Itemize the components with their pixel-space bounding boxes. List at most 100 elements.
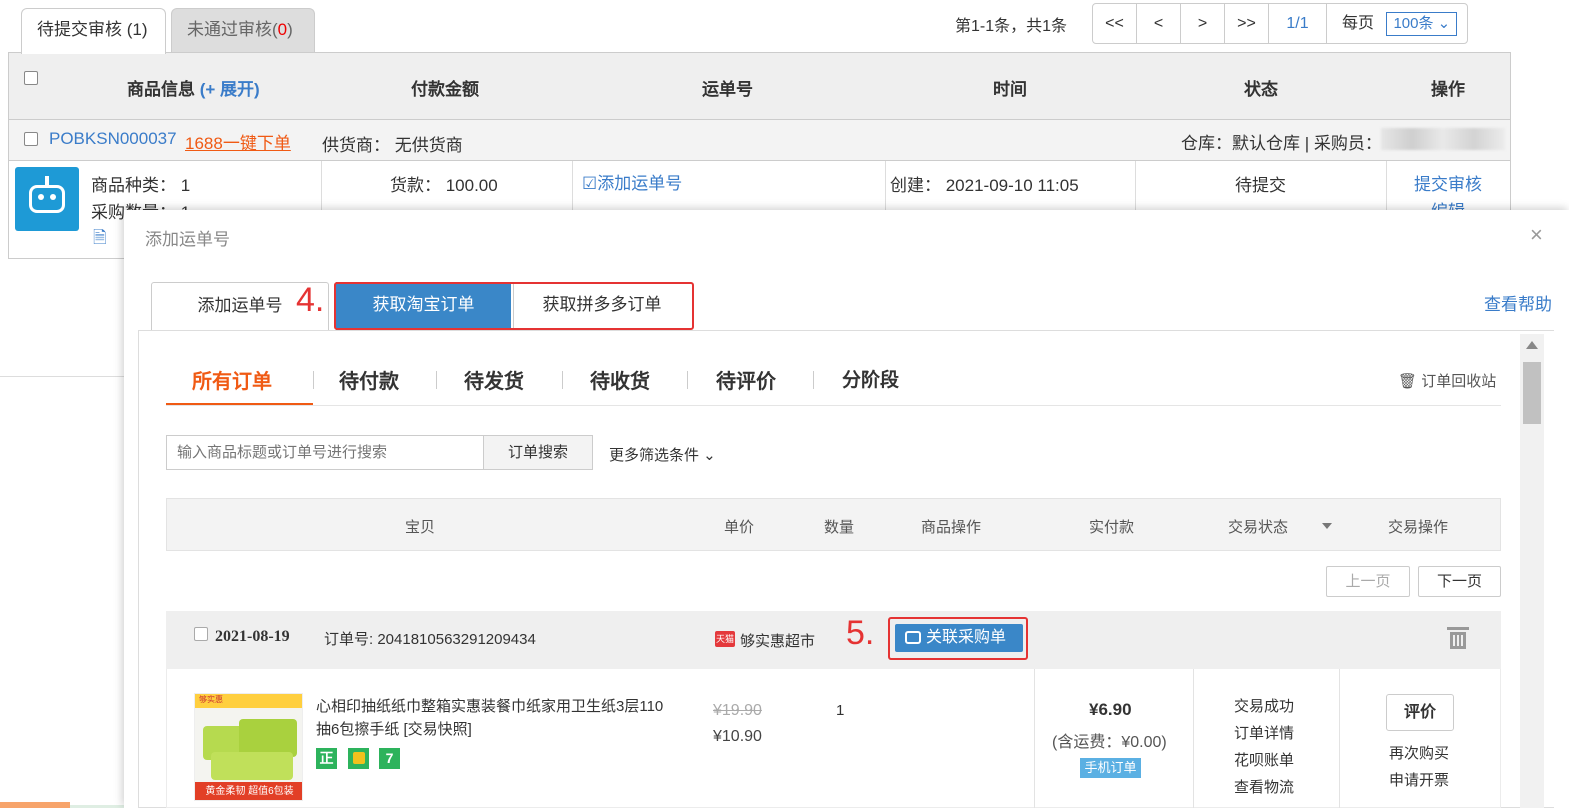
paid-amount: ¥6.90 [1089, 700, 1132, 719]
sort-down-icon[interactable] [1322, 523, 1332, 529]
recycle-label: 订单回收站 [1421, 373, 1497, 390]
order-checkbox[interactable] [24, 132, 38, 146]
col-time: 时间 [993, 80, 1027, 99]
col-action: 操作 [1431, 80, 1465, 99]
col-trade-status[interactable]: 交易状态 [1228, 516, 1288, 537]
col-label: 商品信息 [127, 80, 195, 99]
product-thumbnail[interactable]: 够实惠 黄金柔韧 超值6包装 [194, 693, 303, 801]
col-waybill: 运单号 [702, 80, 753, 99]
shop-name[interactable]: 够实惠超市 [740, 630, 815, 651]
tab-label: 待提交审核 [37, 20, 122, 39]
per-page-label: 每页 [1342, 15, 1375, 32]
trade-status-links: 交易成功 订单详情 花呗账单 查看物流 [1234, 693, 1294, 801]
col-trade-ops: 交易操作 [1388, 519, 1449, 536]
review-button[interactable]: 评价 [1386, 694, 1454, 731]
expand-link[interactable]: (+ 展开) [200, 80, 260, 99]
tab-count-close: ) [287, 20, 293, 39]
add-waybill-link[interactable]: ☑添加运单号 [582, 169, 682, 194]
edit-icon: ☑ [582, 174, 598, 193]
col-item-ops: 商品操作 [921, 519, 982, 536]
product-slogan: 黄金柔韧 超值6包装 [195, 782, 302, 800]
col-payment: 付款金额 [411, 80, 479, 99]
order-recycle-bin[interactable]: 🗑 订单回收站 [1398, 370, 1496, 391]
huabei-bill-link[interactable]: 花呗账单 [1234, 747, 1294, 774]
add-waybill-modal: 添加运单号 × 查看帮助 添加运单号 获取淘宝订单 获取拼多多订单 4. 所有订… [124, 210, 1569, 808]
quantity: 1 [836, 702, 845, 719]
annotation-box [334, 282, 694, 330]
purchase-order-id[interactable]: POBKSN000037 [49, 129, 177, 149]
divider [0, 376, 124, 377]
order-header: 2021-08-19 订单号: 2041810563291209434 天猫 够… [166, 611, 1501, 669]
pagination: << < > >> 1/1 每页 100条 ⌄ [1092, 3, 1468, 44]
robot-icon [15, 167, 79, 231]
product-brand: 够实惠 [195, 694, 302, 708]
created-time: 创建： 2021-09-10 11:05 [890, 176, 1079, 195]
per-page-select[interactable]: 100条 ⌄ [1386, 11, 1458, 36]
original-price: ¥19.90 [713, 702, 762, 719]
unit-price: ¥10.90 [713, 728, 762, 745]
purchase-order-row: POBKSN000037 1688一键下单 供货商： 无供货商 仓库：默认仓库 … [8, 120, 1511, 161]
step-5-label: 5. [846, 614, 875, 652]
col-qty: 数量 [824, 519, 855, 536]
order-search-input[interactable] [166, 435, 484, 470]
order-tab-staged[interactable]: 分阶段 [842, 365, 899, 392]
more-filters-toggle[interactable]: 更多筛选条件 ⌄ [609, 444, 716, 465]
order-tab-all[interactable]: 所有订单 [192, 365, 272, 394]
mobile-order-badge: 手机订单 [1080, 758, 1141, 778]
col-paid: 实付款 [1089, 519, 1135, 536]
tab-count: (1) [126, 20, 148, 39]
first-page-button[interactable]: << [1093, 4, 1137, 43]
annotation-box [888, 617, 1028, 660]
tab-count: 0 [277, 20, 288, 39]
close-icon[interactable]: × [1530, 222, 1543, 248]
prev-page-button[interactable]: < [1137, 4, 1181, 43]
help-link[interactable]: 查看帮助 [1484, 290, 1552, 315]
prev-page-button[interactable]: 上一页 [1326, 566, 1410, 597]
scrollbar-thumb[interactable] [1523, 362, 1541, 424]
document-icon[interactable]: 🗎 [93, 225, 107, 254]
tab-rejected[interactable]: 未通过审核(0) [171, 8, 315, 53]
genuine-badge-icon: 正 [316, 748, 337, 769]
tab-pending-submit[interactable]: 待提交审核 (1) [21, 8, 166, 54]
trade-actions: 再次购买 申请开票 [1389, 740, 1449, 794]
order-tab-unpaid[interactable]: 待付款 [339, 365, 399, 394]
scroll-up-icon[interactable] [1526, 341, 1538, 349]
order-details-link[interactable]: 订单详情 [1234, 720, 1294, 747]
order-checkbox[interactable] [194, 627, 208, 641]
order-date: 2021-08-19 [215, 628, 290, 645]
trash-icon: 🗑 [1398, 373, 1418, 390]
active-tab-indicator [166, 403, 313, 405]
request-invoice-link[interactable]: 申请开票 [1389, 767, 1449, 794]
next-page-button[interactable]: 下一页 [1418, 566, 1501, 597]
one-click-order-link[interactable]: 1688一键下单 [185, 129, 291, 154]
order-status: 待提交 [1235, 176, 1286, 195]
order-tab-to-review[interactable]: 待评价 [716, 365, 776, 394]
order-tab-to-ship[interactable]: 待发货 [464, 365, 524, 394]
trade-success: 交易成功 [1234, 698, 1295, 715]
tab-baseline [166, 405, 1501, 406]
product-types: 商品种类： 1 [91, 176, 191, 195]
order-search-button[interactable]: 订单搜索 [483, 435, 593, 470]
order-number: 订单号: 2041810563291209434 [324, 631, 536, 648]
current-page: 1/1 [1269, 4, 1327, 43]
order-item-row: 够实惠 黄金柔韧 超值6包装 心相印抽纸纸巾整箱实惠装餐巾纸家用卫生纸3层110… [166, 669, 1501, 808]
product-title[interactable]: 心相印抽纸纸巾整箱实惠装餐巾纸家用卫生纸3层110抽6包擦手纸 [交易快照] [316, 695, 678, 741]
tmall-icon: 天猫 [715, 631, 735, 647]
view-logistics-link[interactable]: 查看物流 [1234, 774, 1294, 801]
submit-review-link[interactable]: 提交审核 [1414, 170, 1482, 195]
pager-info: 第1-1条，共1条 [955, 18, 1068, 35]
col-item: 宝贝 [405, 519, 436, 536]
buyer-redacted [1381, 128, 1505, 150]
shield-badge-icon [348, 748, 369, 769]
order-tab-to-receive[interactable]: 待收货 [590, 365, 650, 394]
delete-order-icon[interactable] [1447, 627, 1469, 649]
supplier: 供货商： 无供货商 [322, 136, 463, 155]
buy-again-link[interactable]: 再次购买 [1389, 740, 1449, 767]
select-all-checkbox[interactable] [24, 71, 38, 85]
per-page-control: 每页 100条 ⌄ [1327, 4, 1467, 43]
last-page-button[interactable]: >> [1225, 4, 1269, 43]
col-product-info: 商品信息 (+ 展开) [127, 75, 260, 100]
next-page-button[interactable]: > [1181, 4, 1225, 43]
seven-day-return-icon: 7 [379, 748, 400, 769]
chevron-down-icon: ⌄ [1437, 14, 1451, 32]
